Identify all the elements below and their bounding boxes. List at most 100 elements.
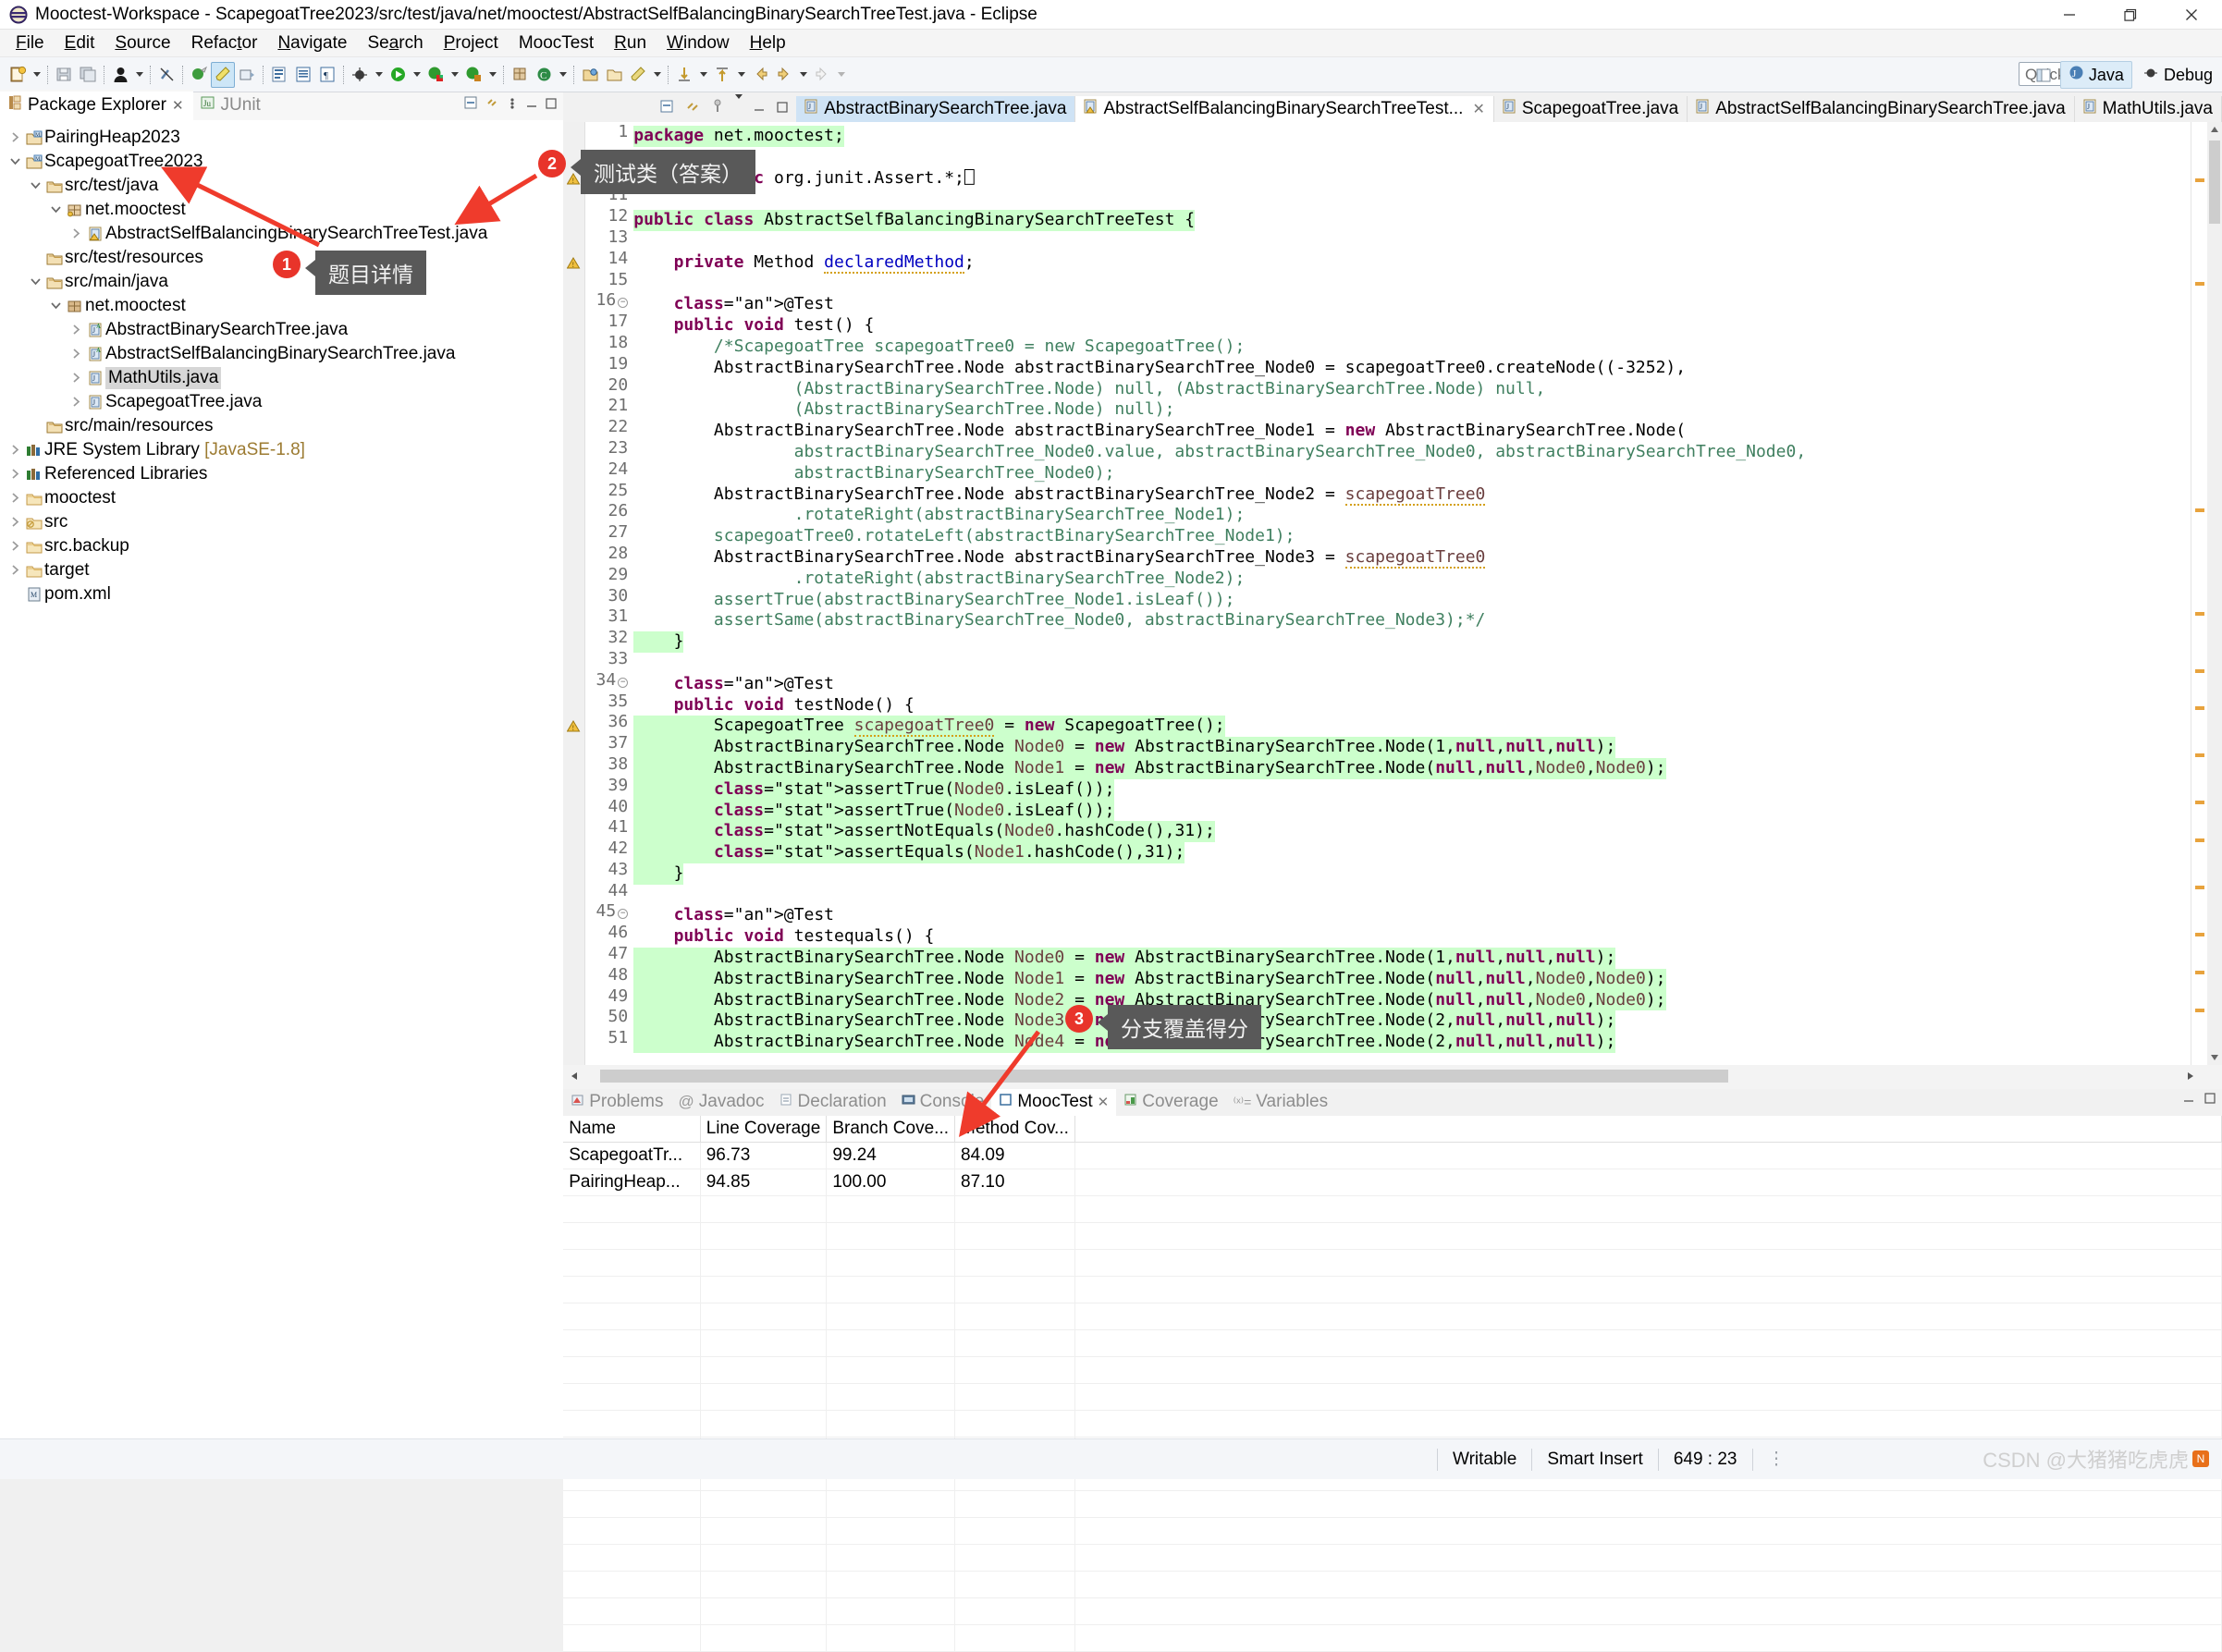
maximize-bottom-view-icon[interactable] [2204, 1090, 2216, 1110]
menu-edit[interactable]: Edit [55, 31, 105, 56]
minimize-view-icon[interactable] [525, 95, 538, 116]
ruler-mark[interactable] [2195, 971, 2204, 974]
new-java-package-icon[interactable] [508, 62, 532, 88]
menu-project[interactable]: Project [434, 31, 509, 56]
perspective-debug[interactable]: Debug [2136, 62, 2220, 88]
tree-item-src-backup[interactable]: src.backup [0, 534, 563, 558]
save-all-icon[interactable] [76, 62, 100, 88]
tab-variables[interactable]: ⁽ˣ⁾= Variables [1226, 1089, 1335, 1116]
chevron-down-icon[interactable] [6, 154, 24, 170]
view-menu-icon[interactable] [506, 95, 519, 116]
editor-overview-ruler[interactable] [2191, 122, 2207, 1065]
table-row[interactable]: ScapegoatTr... 96.73 99.24 84.09 [563, 1142, 2222, 1169]
minimize-button[interactable] [2039, 0, 2100, 30]
prev-annotation-dropdown[interactable] [734, 62, 748, 88]
column-header-branch-cove[interactable]: Branch Cove... [826, 1116, 955, 1143]
ruler-mark[interactable] [2195, 668, 2204, 673]
editor-tab-mathutils[interactable]: J MathUtils.java [2075, 96, 2222, 122]
tree-item-src-main-java[interactable]: src/main/java [0, 270, 563, 294]
tree-item-src-main-resources[interactable]: src/main/resources [0, 414, 563, 438]
menu-refactor[interactable]: Refactor [181, 31, 268, 56]
editor-tab-scapegoattree[interactable]: J ScapegoatTree.java [1494, 96, 1688, 122]
tree-item-mathutils-java[interactable]: J MathUtils.java [0, 366, 563, 390]
history-dropdown[interactable] [796, 62, 810, 88]
run-coverage-dropdown[interactable] [448, 62, 461, 88]
run-icon[interactable] [386, 62, 410, 88]
back-history-icon[interactable] [748, 62, 772, 88]
chevron-right-icon[interactable] [6, 443, 24, 459]
ruler-mark[interactable] [2195, 838, 2204, 843]
tree-item-abstractselfbalancingbinarysearchtreetest-java[interactable]: AbstractSelfBalancingBinarySearchTreeTes… [0, 222, 563, 246]
close-icon[interactable]: ✕ [1098, 1094, 1110, 1110]
ruler-mark[interactable] [2195, 178, 2204, 183]
toggle-breadcrumb-icon[interactable] [659, 99, 674, 119]
next-annotation-icon[interactable] [672, 62, 696, 88]
save-icon[interactable] [52, 62, 76, 88]
run-dropdown[interactable] [410, 62, 424, 88]
scrollbar-thumb[interactable] [2209, 141, 2220, 224]
editor-horizontal-scrollbar[interactable] [563, 1065, 2222, 1089]
tree-item-pom-xml[interactable]: Mpom.xml [0, 582, 563, 606]
scroll-up-icon[interactable] [2207, 122, 2222, 137]
open-perspective-icon[interactable] [2032, 62, 2056, 88]
tab-javadoc[interactable]: @ Javadoc [670, 1089, 771, 1116]
chevron-right-icon[interactable] [6, 130, 24, 146]
tree-item-referenced-libraries[interactable]: Referenced Libraries [0, 462, 563, 486]
paragraph-icon[interactable]: ¶ [315, 62, 339, 88]
chevron-right-icon[interactable] [67, 323, 85, 338]
run-coverage-icon[interactable] [424, 62, 448, 88]
chevron-down-icon[interactable] [26, 178, 44, 194]
new-wizard-dropdown[interactable] [30, 62, 43, 88]
tree-item-net-mooctest[interactable]: net.mooctest [0, 198, 563, 222]
profile-icon[interactable] [461, 62, 485, 88]
ruler-mark[interactable] [2195, 612, 2204, 617]
person-icon[interactable] [108, 62, 132, 88]
close-button[interactable] [2161, 0, 2222, 30]
link-with-editor-icon[interactable] [485, 95, 499, 116]
highlight-tool-icon[interactable] [211, 61, 235, 88]
minimize-bottom-view-icon[interactable] [2183, 1090, 2195, 1110]
menu-run[interactable]: Run [604, 31, 657, 56]
tree-item-pairingheap2023[interactable]: MJ PairingHeap2023 [0, 126, 563, 150]
chevron-right-icon[interactable] [67, 395, 85, 410]
open-task-icon[interactable] [291, 62, 315, 88]
tree-item-abstractbinarysearchtree-java[interactable]: J A AbstractBinarySearchTree.java [0, 318, 563, 342]
chevron-right-icon[interactable] [6, 467, 24, 483]
hscrollbar-thumb[interactable] [600, 1070, 1729, 1083]
editor-vertical-scrollbar[interactable] [2207, 122, 2222, 1065]
chevron-down-icon[interactable] [46, 202, 65, 218]
table-row[interactable]: PairingHeap... 94.85 100.00 87.10 [563, 1169, 2222, 1196]
tree-item-src-test-resources[interactable]: src/test/resources [0, 246, 563, 270]
tree-item-src[interactable]: src [0, 510, 563, 534]
coverage-table[interactable]: Name Line Coverage Branch Cove... Method Co… [563, 1116, 2222, 1652]
mooctest-submit-icon[interactable] [235, 62, 259, 88]
open-resource-icon[interactable] [602, 62, 626, 88]
chevron-down-icon[interactable] [26, 275, 44, 290]
column-header-blank[interactable] [1074, 1116, 2222, 1143]
collapse-all-icon[interactable] [463, 95, 478, 116]
editor-tab-abstractbinarysearchtree[interactable]: J AbstractBinarySearchTree.java [796, 96, 1076, 122]
tab-declaration[interactable]: Declaration [772, 1089, 894, 1116]
column-header-name[interactable]: Name [563, 1116, 701, 1143]
tree-item-jre-system-library[interactable]: JRE System Library [JavaSE-1.8] [0, 438, 563, 462]
coverage-table-container[interactable]: Name Line Coverage Branch Cove... Method Co… [563, 1116, 2222, 1652]
editor-annotation-column[interactable]: !!! [563, 122, 586, 1065]
editor-code-area[interactable]: package net.mooctest; import static org.… [633, 122, 2191, 1065]
column-header-method-cov[interactable]: Method Cov... [954, 1116, 1075, 1143]
editor-tab-abstractselfbalancingbinarysearchtreetest[interactable]: AbstractSelfBalancingBinarySearchTreeTes… [1075, 96, 1494, 122]
menu-mooctest[interactable]: MoocTest [509, 31, 604, 56]
next-annotation-dropdown[interactable] [696, 62, 710, 88]
menu-navigate[interactable]: Navigate [267, 31, 357, 56]
chevron-down-icon[interactable] [46, 299, 65, 314]
tree-item-target[interactable]: target [0, 558, 563, 582]
chevron-right-icon[interactable] [6, 491, 24, 507]
close-icon[interactable]: ✕ [172, 97, 184, 114]
profile-dropdown[interactable] [485, 62, 499, 88]
tree-item-scapegoattree-java[interactable]: J ScapegoatTree.java [0, 390, 563, 414]
chevron-right-icon[interactable] [6, 539, 24, 555]
source-editor[interactable]: !!! 1 3 +11 12 13 14 15 16−17 18 19 20 21 22 23 24 25 26… [563, 122, 2222, 1065]
editor-tab-abstractselfbalancingbinarysearchtree[interactable]: J AbstractSelfBalancingBinarySearchTree.… [1688, 96, 2075, 122]
tree-item-mooctest[interactable]: mooctest [0, 486, 563, 510]
warning-marker-icon[interactable]: ! [566, 255, 581, 275]
menu-source[interactable]: Source [104, 31, 180, 56]
